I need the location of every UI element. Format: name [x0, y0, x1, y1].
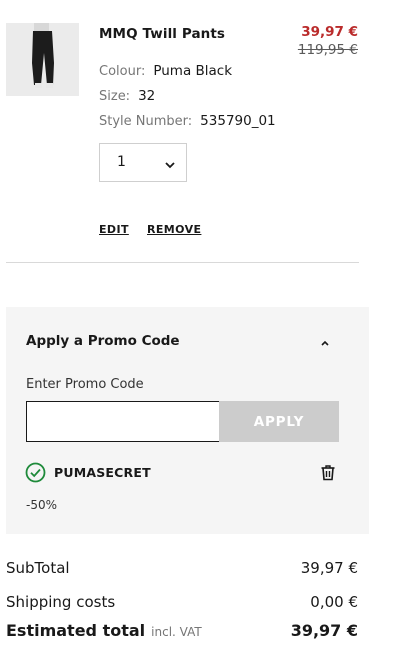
promo-code-input[interactable]	[26, 401, 220, 442]
promo-input-label: Enter Promo Code	[26, 377, 144, 392]
shipping-value: 0,00 €	[310, 593, 358, 611]
product-image[interactable]	[6, 23, 79, 96]
quantity-value: 1	[117, 154, 126, 170]
applied-promo-code: PUMASECRET	[54, 465, 151, 480]
discount-percent: -50%	[26, 498, 58, 512]
vat-note: incl. VAT	[151, 625, 202, 639]
chevron-down-icon	[164, 156, 176, 175]
subtotal-value: 39,97 €	[300, 559, 358, 577]
size-label: Size:	[99, 89, 131, 104]
sale-price: 39,97 €	[301, 24, 358, 40]
shipping-label: Shipping costs	[6, 593, 116, 611]
original-price: 119,95 €	[297, 42, 358, 58]
style-number-value: 535790_01	[200, 113, 276, 129]
product-name[interactable]: MMQ Twill Pants	[99, 26, 225, 42]
size-attribute: Size: 32	[99, 88, 155, 104]
quantity-select[interactable]: 1	[99, 143, 187, 182]
colour-label: Colour:	[99, 64, 146, 79]
divider	[6, 262, 359, 263]
estimated-total-label: Estimated total incl. VAT	[6, 621, 202, 640]
remove-link[interactable]: REMOVE	[147, 223, 201, 236]
colour-value: Puma Black	[153, 63, 233, 79]
size-value: 32	[138, 88, 156, 104]
chevron-up-icon[interactable]	[319, 334, 331, 353]
subtotal-label: SubTotal	[6, 559, 70, 577]
trash-icon[interactable]	[320, 464, 336, 485]
estimated-total-value: 39,97 €	[290, 621, 358, 640]
apply-button[interactable]: APPLY	[219, 401, 339, 442]
promo-code-panel: Apply a Promo Code Enter Promo Code APPL…	[6, 307, 369, 534]
style-number-attribute: Style Number: 535790_01	[99, 113, 276, 129]
check-circle-icon	[25, 462, 46, 487]
promo-title[interactable]: Apply a Promo Code	[26, 333, 180, 349]
colour-attribute: Colour: Puma Black	[99, 63, 232, 79]
edit-link[interactable]: EDIT	[99, 223, 129, 236]
estimated-total-text: Estimated total	[6, 621, 146, 640]
style-number-label: Style Number:	[99, 114, 193, 129]
